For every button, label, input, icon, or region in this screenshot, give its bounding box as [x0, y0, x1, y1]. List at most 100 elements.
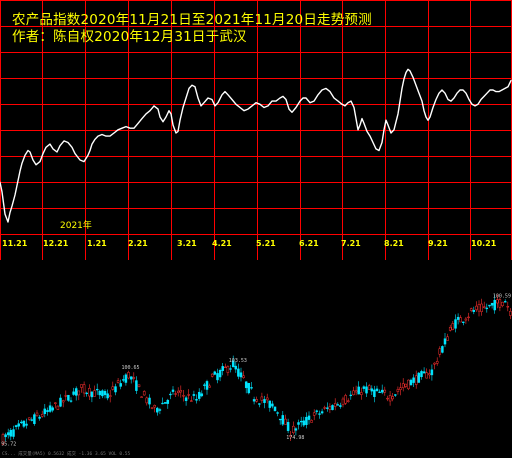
- candle-body: [464, 318, 468, 321]
- candle-body: [375, 388, 379, 391]
- candle-body: [407, 379, 410, 390]
- candle-body: [260, 396, 264, 401]
- candle-body: [417, 372, 421, 383]
- candle-body: [14, 425, 18, 427]
- candle-body: [509, 311, 512, 316]
- candle-body: [378, 391, 381, 393]
- candle-body: [67, 394, 70, 401]
- candle-body: [88, 388, 91, 397]
- x-tick-label: 8.21: [384, 239, 404, 248]
- candle-body: [192, 394, 196, 396]
- candle-body: [182, 395, 185, 397]
- candle-body: [22, 420, 26, 427]
- candle-body: [404, 383, 408, 387]
- candle-body: [82, 384, 86, 394]
- candle-body: [98, 390, 102, 396]
- candle-body: [43, 408, 47, 414]
- candle-body: [163, 402, 167, 404]
- candle-body: [77, 390, 81, 396]
- candle-annotation: 100.65: [122, 365, 140, 371]
- candle-body: [506, 306, 510, 308]
- candle-body: [391, 396, 394, 400]
- candlestick-chart: 100.65 103.53 174.98 100.59 95.72: [1, 293, 512, 447]
- candle-body: [448, 327, 452, 331]
- candle-body: [490, 302, 494, 306]
- candle-body: [250, 387, 253, 389]
- candle-annotation: 95.72: [1, 441, 16, 447]
- candle-body: [17, 423, 20, 427]
- candle-body: [237, 368, 240, 377]
- candle-body: [25, 423, 28, 426]
- x-tick-label: 7.21: [341, 239, 361, 248]
- candle-body: [12, 429, 15, 437]
- x-tick-label: 11.21: [2, 239, 28, 248]
- candle-labels: 100.65 103.53 174.98 100.59 95.72: [1, 293, 511, 447]
- candle-body: [278, 418, 282, 421]
- candle-body: [265, 397, 269, 401]
- candle-body: [95, 388, 99, 391]
- candle-body: [307, 415, 311, 420]
- candle-body: [388, 395, 392, 402]
- candle-annotation: 174.98: [286, 435, 304, 441]
- candle-body: [106, 393, 109, 399]
- candle-body: [462, 321, 465, 323]
- candle-body: [320, 411, 324, 414]
- candle-body: [161, 402, 164, 405]
- candle-body: [428, 373, 431, 376]
- candle-body: [85, 392, 88, 395]
- candle-body: [252, 399, 256, 402]
- candle-body: [27, 417, 31, 420]
- chart-title: 农产品指数2020年11月21日至2021年11月20日走势预测: [12, 12, 372, 28]
- candle-body: [503, 301, 507, 303]
- candle-body: [124, 374, 128, 383]
- candle-body: [475, 305, 478, 310]
- candle-body: [422, 371, 426, 374]
- candle-body: [51, 407, 54, 411]
- candle-body: [174, 393, 177, 395]
- candle-body: [9, 429, 13, 437]
- candle-body: [74, 388, 78, 396]
- candle-body: [271, 403, 274, 407]
- candle-annotation: 103.53: [229, 358, 247, 364]
- candle-body: [276, 412, 279, 414]
- candle-body: [195, 399, 198, 401]
- candle-body: [281, 415, 285, 425]
- candle-body: [38, 416, 41, 419]
- candle-body: [451, 323, 455, 330]
- candle-body: [46, 410, 49, 412]
- candle-body: [33, 414, 36, 424]
- candle-body: [396, 389, 400, 392]
- candle-body: [208, 385, 211, 388]
- x-tick-label: 10.21: [471, 239, 497, 248]
- candle-body: [493, 299, 496, 311]
- x-tick-label: 3.21: [177, 239, 197, 248]
- candle-body: [292, 425, 295, 433]
- candle-body: [362, 386, 366, 389]
- candle-body: [446, 336, 449, 341]
- candle-body: [485, 307, 489, 310]
- candle-body: [373, 389, 376, 397]
- candle-body: [213, 371, 217, 375]
- candle-body: [205, 381, 209, 390]
- candle-body: [166, 399, 170, 404]
- candle-body: [477, 304, 481, 312]
- candle-body: [459, 317, 462, 323]
- candle-body: [247, 383, 251, 394]
- candle-body: [433, 362, 436, 365]
- candle-body: [129, 376, 133, 380]
- candle-body: [302, 420, 306, 426]
- candle-body: [305, 416, 308, 425]
- candle-body: [482, 306, 486, 308]
- candle-body: [137, 384, 141, 387]
- x-tick-label: 6.21: [299, 239, 319, 248]
- candle-body: [318, 413, 321, 415]
- candle-body: [357, 386, 360, 395]
- candle-body: [153, 405, 156, 408]
- candle-body: [93, 390, 96, 397]
- x-tick-label: 12.21: [43, 239, 69, 248]
- candle-body: [226, 366, 230, 373]
- candle-body: [200, 393, 204, 397]
- candle-body: [341, 398, 345, 406]
- candle-body: [414, 375, 418, 385]
- candle-body: [218, 370, 222, 378]
